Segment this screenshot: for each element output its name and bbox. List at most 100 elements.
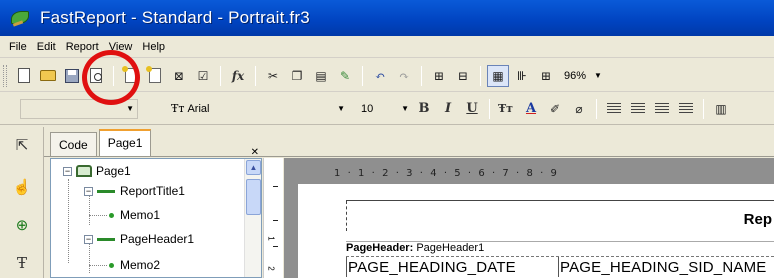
paste-button[interactable]: ▤ [310, 65, 332, 87]
close-icon[interactable]: ✕ [251, 147, 259, 158]
barcode-button[interactable]: ▥ [710, 98, 732, 120]
page-icon [76, 165, 92, 177]
brush-icon: ✎ [339, 68, 351, 83]
report-title-memo[interactable]: Rep [744, 211, 772, 228]
new-dialog-button[interactable] [144, 65, 166, 87]
undo-icon: ↶ [374, 68, 386, 83]
tab-page1[interactable]: Page1 [98, 129, 152, 156]
align-left-button[interactable] [603, 98, 625, 120]
eraser-icon: ⌀ [575, 101, 583, 116]
ruler-marks: 1 · 1 · 2 · 3 · 4 · 5 · 6 · 7 · 8 · 9 [334, 168, 558, 179]
align-center-icon [631, 102, 645, 115]
delete-page-button[interactable]: ⊠ [168, 65, 190, 87]
title-bar: FastReport - Standard - Portrait.fr3 [0, 0, 774, 36]
text-tool-button[interactable]: Ŧ [10, 251, 34, 275]
scroll-thumb[interactable] [246, 179, 261, 215]
align-grid-icon: ⊪ [516, 68, 528, 83]
align-center-button[interactable] [627, 98, 649, 120]
hand-icon: ☝ [12, 179, 32, 196]
preview-highlight-circle [82, 50, 140, 105]
toolbar-separator [489, 98, 490, 119]
fastreport-app-icon [10, 8, 32, 28]
font-settings-button[interactable]: Ŧт [496, 98, 518, 120]
tree-item-reporttitle1[interactable]: − ReportTitle1 [84, 183, 185, 199]
align-justify-button[interactable] [675, 98, 697, 120]
report-designer-canvas[interactable]: 1 · 1 · 2 · 3 · 4 · 5 · 6 · 7 · 8 · 9 Re… [284, 158, 774, 278]
tree-item-page1[interactable]: − Page1 [63, 163, 131, 179]
align-to-grid-button[interactable]: ⊪ [511, 65, 533, 87]
zoom-tool-button[interactable]: ⊕ [10, 213, 34, 237]
toolbar-separator [480, 65, 481, 86]
show-grid-button[interactable]: ▦ [487, 64, 509, 87]
tree-item-label: Page1 [96, 164, 131, 178]
format-painter-button[interactable]: ✎ [334, 65, 356, 87]
italic-button[interactable]: I [437, 98, 459, 120]
page-heading-sid-name-field[interactable]: PAGE_HEADING_SID_NAME [560, 259, 766, 276]
highlight-button[interactable]: ✐ [544, 98, 566, 120]
tree-item-label: Memo1 [120, 208, 161, 222]
toolbar-separator [220, 65, 221, 86]
tree-scrollbar[interactable]: ▲ [244, 159, 261, 277]
menu-file[interactable]: File [4, 39, 32, 55]
toolbar-grip[interactable] [3, 64, 7, 87]
bold-icon: B [418, 101, 430, 116]
save-button[interactable] [61, 65, 83, 87]
toolbar-separator [255, 65, 256, 86]
highlight-icon: ✐ [549, 101, 561, 116]
group-button[interactable]: ⊞ [428, 65, 450, 87]
variables-button[interactable]: fx [227, 65, 249, 87]
chevron-down-icon: ▼ [401, 104, 409, 113]
toolbar-separator [703, 98, 704, 119]
scroll-up-icon[interactable]: ▲ [246, 160, 261, 175]
align-right-button[interactable] [651, 98, 673, 120]
delete-page-icon: ⊠ [173, 68, 185, 83]
zoom-select[interactable]: 96% ▼ [560, 66, 620, 86]
undo-button[interactable]: ↶ [369, 65, 391, 87]
underline-button[interactable]: U [461, 98, 483, 120]
tree-item-memo1[interactable]: Memo1 [109, 207, 160, 223]
window-title: FastReport - Standard - Portrait.fr3 [40, 8, 310, 27]
clear-format-button[interactable]: ⌀ [568, 98, 590, 120]
page-header-band[interactable]: PAGE_HEADING_DATE PAGE_HEADING_SID_NAME [346, 256, 774, 278]
open-folder-icon [40, 70, 56, 81]
fit-to-grid-button[interactable]: ⊞ [535, 65, 557, 87]
vruler-label: 1 [266, 236, 276, 241]
open-button[interactable] [37, 65, 59, 87]
font-size-select[interactable]: 10 ▼ [358, 99, 412, 119]
toolbar-separator [421, 65, 422, 86]
chevron-down-icon: ▼ [126, 104, 134, 113]
tab-code[interactable]: Code [50, 132, 97, 156]
new-report-button[interactable] [13, 65, 35, 87]
select-tool-button[interactable]: ⇱ [10, 133, 34, 157]
toolbar-separator [362, 65, 363, 86]
menu-help[interactable]: Help [137, 39, 170, 55]
new-dialog-icon [146, 66, 161, 83]
bold-button[interactable]: B [413, 98, 435, 120]
ungroup-button[interactable]: ⊟ [452, 65, 474, 87]
report-page[interactable]: Rep PageHeader: PageHeader1 PAGE_HEADING… [298, 184, 774, 278]
copy-button[interactable]: ❐ [286, 65, 308, 87]
cut-button[interactable]: ✂ [262, 65, 284, 87]
italic-icon: I [444, 101, 452, 116]
tree-item-memo2[interactable]: Memo2 [109, 257, 160, 273]
report-title-band[interactable]: Rep [346, 200, 774, 242]
text-tool-icon: Ŧ [16, 254, 27, 272]
collapse-icon[interactable]: − [84, 234, 93, 244]
redo-button[interactable]: ↷ [393, 65, 415, 87]
tree-item-label: PageHeader1 [120, 232, 195, 246]
collapse-icon[interactable]: − [84, 186, 93, 196]
tree-item-label: Memo2 [120, 258, 161, 272]
page-heading-date-field[interactable]: PAGE_HEADING_DATE [348, 259, 516, 276]
font-name-select[interactable]: Ŧт Arial ▼ [168, 99, 348, 119]
fx-icon: fx [231, 68, 245, 83]
tree-item-pageheader1[interactable]: − PageHeader1 [84, 231, 194, 247]
group-icon: ⊞ [433, 68, 445, 83]
memo-icon [109, 262, 114, 268]
page-settings-button[interactable]: ☑ [192, 65, 214, 87]
vruler-label: 2 [266, 266, 276, 271]
collapse-icon[interactable]: − [63, 166, 72, 176]
font-color-button[interactable]: A [520, 98, 542, 120]
menu-edit[interactable]: Edit [32, 39, 61, 55]
fastreport-window: FastReport - Standard - Portrait.fr3 Fil… [0, 0, 774, 278]
hand-tool-button[interactable]: ☝ [10, 175, 34, 199]
